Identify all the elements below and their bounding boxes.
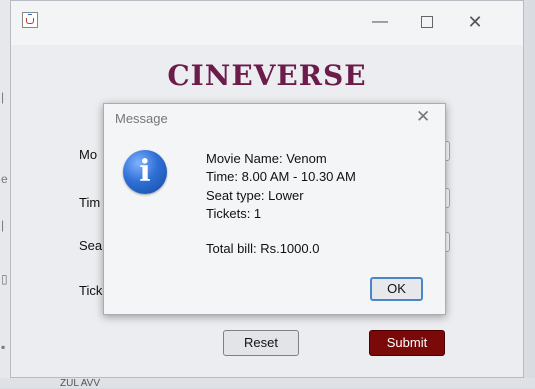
ok-button[interactable]: OK xyxy=(370,277,423,301)
maximize-icon xyxy=(421,16,433,28)
submit-button[interactable]: Submit xyxy=(369,330,445,356)
app-title: CINEVERSE xyxy=(167,59,367,92)
edge-glyph: | xyxy=(1,218,5,232)
java-cup-icon xyxy=(22,12,38,28)
dialog-title: Message xyxy=(115,111,168,126)
dialog-close-button[interactable]: ✕ xyxy=(416,107,430,127)
edge-glyph: | xyxy=(1,90,5,104)
window-titlebar[interactable]: — ✕ xyxy=(11,1,523,45)
movie-label: Mo xyxy=(79,147,98,162)
maximize-button[interactable] xyxy=(413,11,441,33)
minimize-button[interactable]: — xyxy=(366,11,394,33)
desktop-background-strip: | e | ▯ ▪ xyxy=(0,0,10,388)
message-tickets: Tickets: 1 xyxy=(206,206,262,221)
message-dialog: Message ✕ i Movie Name: Venom Time: 8.00… xyxy=(103,103,446,315)
message-movie: Movie Name: Venom xyxy=(206,151,327,166)
edge-glyph: e xyxy=(1,172,8,186)
info-icon: i xyxy=(123,150,167,194)
message-seat: Seat type: Lower xyxy=(206,188,304,203)
time-label: Tim xyxy=(79,195,101,210)
edge-glyph: ▪ xyxy=(1,340,6,354)
message-time: Time: 8.00 AM - 10.30 AM xyxy=(206,169,356,184)
close-button[interactable]: ✕ xyxy=(461,11,489,33)
tickets-label: Tick xyxy=(79,283,103,298)
message-total-bill: Total bill: Rs.1000.0 xyxy=(206,241,320,256)
background-peek-text: ZUL AVV xyxy=(60,378,101,389)
seat-label: Sea xyxy=(79,238,103,253)
dialog-titlebar[interactable]: Message ✕ xyxy=(104,104,445,134)
reset-button[interactable]: Reset xyxy=(223,330,299,356)
edge-glyph: ▯ xyxy=(1,272,8,286)
